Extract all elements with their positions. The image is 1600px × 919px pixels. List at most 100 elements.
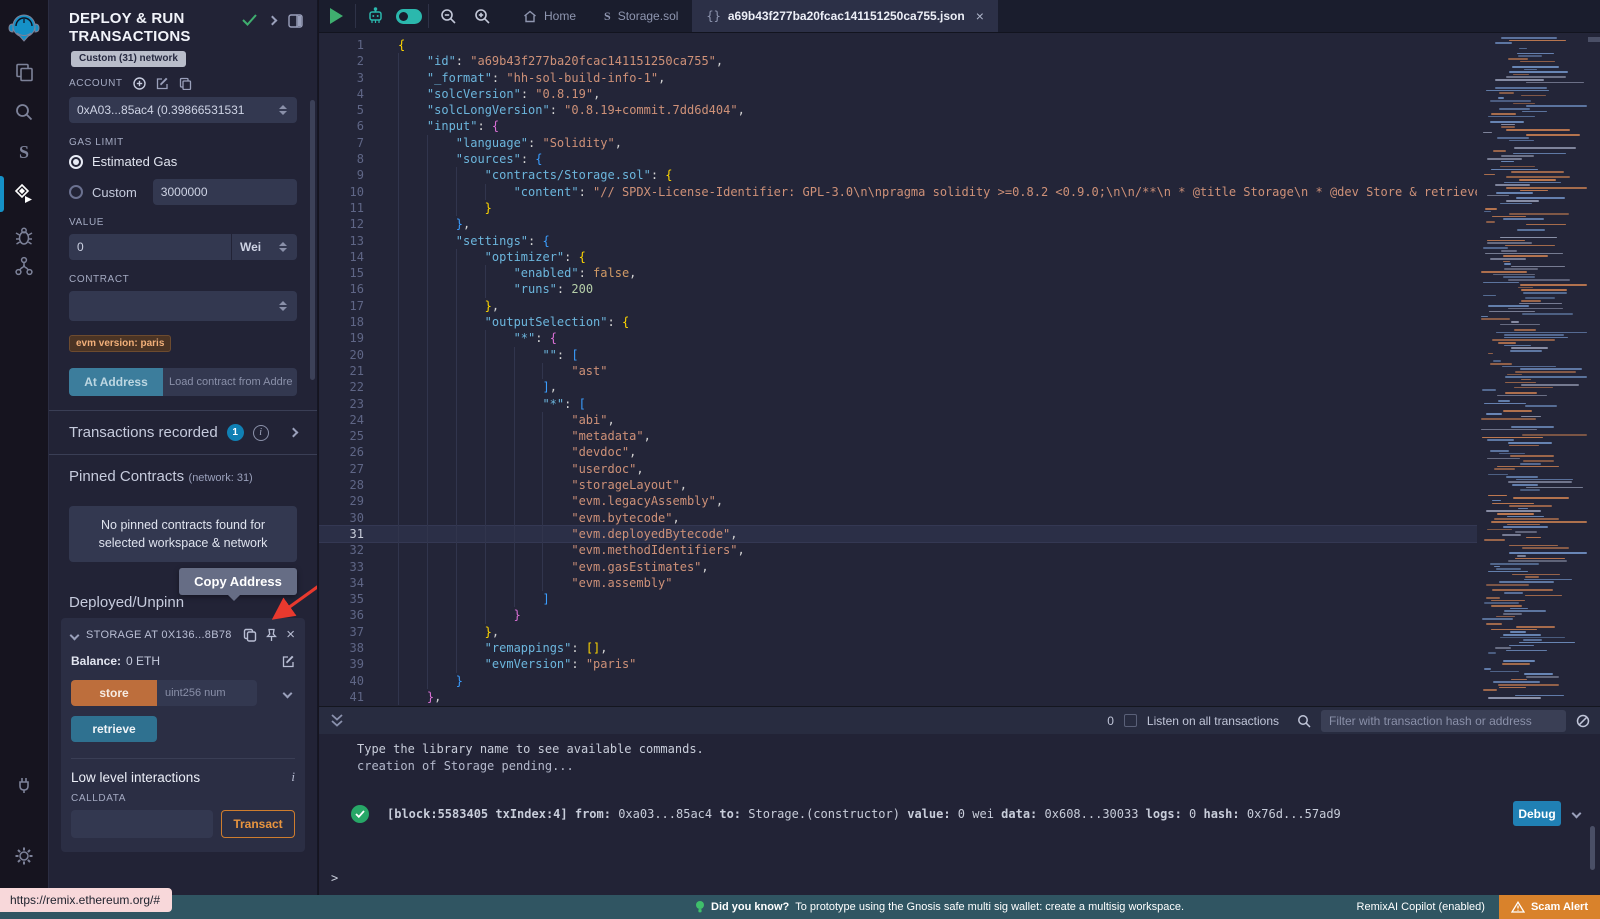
code-line[interactable]: 27"userdoc", [319, 461, 1477, 477]
code-line[interactable]: 34"evm.assembly" [319, 575, 1477, 591]
debug-button[interactable]: Debug [1513, 801, 1561, 826]
copilot-status[interactable]: RemixAI Copilot (enabled) [1357, 901, 1485, 913]
code-line[interactable]: 23"*": [ [319, 396, 1477, 412]
code-line[interactable]: 30"evm.bytecode", [319, 510, 1477, 526]
code-line[interactable]: 31"evm.deployedBytecode", [319, 526, 1477, 542]
load-address-input[interactable]: Load contract from Addre [163, 368, 297, 396]
search-icon[interactable] [0, 94, 48, 130]
deploy-and-run-icon[interactable] [0, 176, 48, 212]
edit-account-icon[interactable] [156, 77, 169, 90]
git-icon[interactable] [0, 248, 48, 284]
zoom-in-icon[interactable] [465, 0, 499, 32]
code-line[interactable]: 11} [319, 200, 1477, 216]
listen-all-label[interactable]: Listen on all transactions [1147, 714, 1279, 728]
calldata-input[interactable] [71, 810, 213, 838]
custom-gas-option[interactable]: Custom [92, 185, 137, 200]
ai-copilot-icon[interactable] [358, 0, 392, 32]
code-line[interactable]: 8"sources": { [319, 151, 1477, 167]
terminal-prompt[interactable]: > [331, 871, 338, 885]
settings-icon[interactable] [0, 838, 48, 874]
tab-storage-sol[interactable]: S Storage.sol [590, 0, 692, 32]
custom-gas-input[interactable]: 3000000 [153, 179, 297, 205]
code-line[interactable]: 9"contracts/Storage.sol": { [319, 167, 1477, 183]
code-line[interactable]: 41}, [319, 689, 1477, 705]
code-line[interactable]: 2"id": "a69b43f277ba20fcac141151250ca755… [319, 53, 1477, 69]
account-stepper[interactable] [279, 105, 289, 115]
tx-expand-icon[interactable] [1572, 809, 1582, 819]
store-expand-icon[interactable] [283, 688, 293, 698]
value-input[interactable]: 0 [69, 234, 231, 260]
code-line[interactable]: 5"solcLongVersion": "0.8.19+commit.7dd6d… [319, 102, 1477, 118]
code-line[interactable]: 19"*": { [319, 330, 1477, 346]
run-script-button[interactable] [319, 0, 353, 32]
copilot-toggle[interactable] [392, 0, 426, 32]
terminal[interactable]: Type the library name to see available c… [319, 734, 1600, 895]
scam-alert-button[interactable]: Scam Alert [1499, 895, 1600, 919]
at-address-button[interactable]: At Address [69, 368, 163, 396]
listen-all-checkbox[interactable] [1124, 714, 1137, 727]
panel-scrollbar[interactable] [310, 100, 315, 380]
code-line[interactable]: 7"language": "Solidity", [319, 135, 1477, 151]
code-line[interactable]: 35] [319, 591, 1477, 607]
transactions-info-icon[interactable]: i [253, 425, 269, 441]
code-line[interactable]: 37}, [319, 624, 1477, 640]
file-explorer-icon[interactable] [0, 54, 48, 90]
code-line[interactable]: 36} [319, 607, 1477, 623]
code-line[interactable]: 25"metadata", [319, 428, 1477, 444]
code-line[interactable]: 14"optimizer": { [319, 249, 1477, 265]
code-line[interactable]: 29"evm.legacyAssembly", [319, 493, 1477, 509]
zoom-out-icon[interactable] [431, 0, 465, 32]
code-line[interactable]: 32"evm.methodIdentifiers", [319, 542, 1477, 558]
code-line[interactable]: 1{ [319, 37, 1477, 53]
pin-panel-icon[interactable] [288, 14, 303, 28]
code-line[interactable]: 6"input": { [319, 118, 1477, 134]
code-line[interactable]: 21"ast" [319, 363, 1477, 379]
code-line[interactable]: 38"remappings": [], [319, 640, 1477, 656]
code-line[interactable]: 20"": [ [319, 347, 1477, 363]
store-arg-input[interactable]: uint256 num [157, 680, 257, 706]
code-line[interactable]: 39"evmVersion": "paris" [319, 656, 1477, 672]
contract-collapse-icon[interactable] [70, 630, 80, 640]
remix-logo-icon[interactable] [0, 6, 48, 50]
account-select[interactable]: 0xA03...85ac4 (0.39866531531 [69, 97, 297, 123]
terminal-collapse-icon[interactable] [331, 714, 343, 728]
low-level-info-icon[interactable]: i [291, 769, 295, 785]
terminal-scrollbar-thumb[interactable] [1590, 826, 1595, 870]
code-line[interactable]: 28"storageLayout", [319, 477, 1477, 493]
add-account-icon[interactable] [133, 77, 146, 90]
code-line[interactable]: 3"_format": "hh-sol-build-info-1", [319, 70, 1477, 86]
code-line[interactable]: 10"content": "// SPDX-License-Identifier… [319, 184, 1477, 200]
code-line[interactable]: 26"devdoc", [319, 444, 1477, 460]
code-line[interactable]: 33"evm.gasEstimates", [319, 559, 1477, 575]
store-button[interactable]: store [71, 680, 157, 706]
transaction-log-row[interactable]: [block:5583405 txIndex:4] from: 0xa03...… [319, 801, 1600, 826]
minimap[interactable] [1477, 37, 1588, 700]
estimated-gas-radio[interactable] [69, 155, 83, 169]
tab-build-info-json[interactable]: {} a69b43f277ba20fcac141151250ca755.json… [692, 0, 998, 32]
solidity-compiler-icon[interactable]: S [0, 134, 48, 170]
code-line[interactable]: 18"outputSelection": { [319, 314, 1477, 330]
close-tab-icon[interactable]: × [976, 8, 984, 24]
code-line[interactable]: 22], [319, 379, 1477, 395]
copy-account-icon[interactable] [179, 77, 192, 90]
estimated-gas-option[interactable]: Estimated Gas [92, 154, 177, 169]
custom-gas-radio[interactable] [69, 185, 83, 199]
value-unit-select[interactable]: Wei [231, 234, 297, 260]
panel-forward-icon[interactable] [268, 16, 278, 26]
code-editor[interactable]: 1{2"id": "a69b43f277ba20fcac141151250ca7… [319, 33, 1600, 706]
code-line[interactable]: 40} [319, 673, 1477, 689]
code-line[interactable]: 15"enabled": false, [319, 265, 1477, 281]
edit-balance-icon[interactable] [282, 655, 295, 668]
transact-button[interactable]: Transact [221, 810, 295, 838]
code-line[interactable]: 4"solcVersion": "0.8.19", [319, 86, 1477, 102]
terminal-filter-input[interactable]: Filter with transaction hash or address [1321, 710, 1566, 732]
contract-select[interactable] [69, 291, 297, 321]
code-line[interactable]: 17}, [319, 298, 1477, 314]
plugin-manager-icon[interactable] [0, 766, 48, 802]
transactions-expand-icon[interactable] [289, 428, 299, 438]
code-line[interactable]: 12}, [319, 216, 1477, 232]
code-line[interactable]: 13"settings": { [319, 233, 1477, 249]
code-line[interactable]: 16"runs": 200 [319, 281, 1477, 297]
clear-console-icon[interactable] [1576, 714, 1590, 728]
editor-scrollbar-thumb[interactable] [1588, 37, 1600, 42]
